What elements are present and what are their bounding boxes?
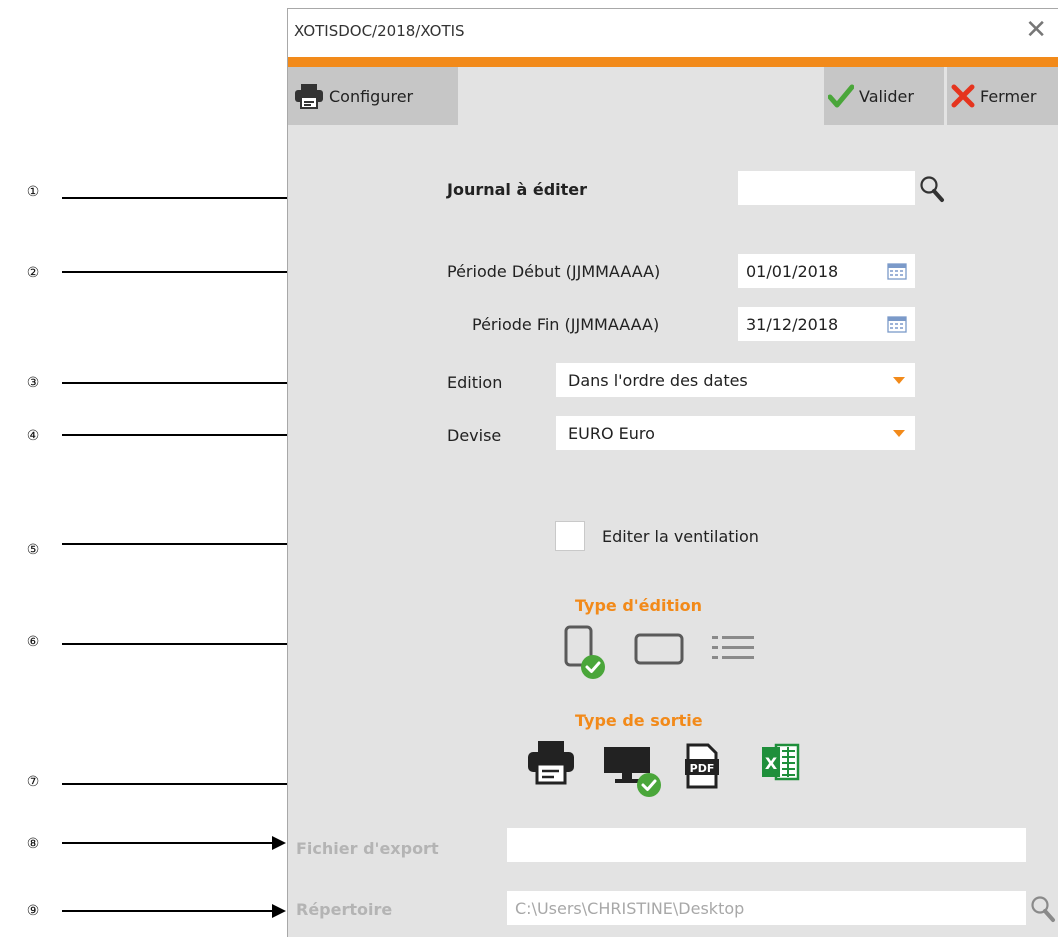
annotation-arrow-8 xyxy=(62,836,286,850)
annotation-8: ⑧ xyxy=(26,836,40,852)
output-type-title: Type de sortie xyxy=(575,711,703,730)
screen-icon[interactable] xyxy=(602,743,664,799)
red-cross-icon xyxy=(951,84,975,108)
calendar-icon[interactable] xyxy=(887,262,907,280)
ventilation-checkbox[interactable] xyxy=(555,521,585,551)
list-icon[interactable] xyxy=(708,633,758,663)
edition-select[interactable]: Dans l'ordre des dates xyxy=(556,363,915,397)
configure-label: Configurer xyxy=(329,86,414,106)
folder-label: Répertoire xyxy=(296,900,393,919)
window-title: XOTISDOC/2018/XOTIS xyxy=(294,22,465,40)
currency-label: Devise xyxy=(447,426,502,445)
printer-icon xyxy=(295,84,323,109)
period-end-input[interactable]: 31/12/2018 xyxy=(738,307,915,341)
window-close-icon[interactable]: ✕ xyxy=(1025,17,1047,43)
search-icon[interactable] xyxy=(919,175,945,203)
chevron-down-icon xyxy=(893,377,905,384)
period-start-value: 01/01/2018 xyxy=(746,261,839,281)
search-icon[interactable] xyxy=(1030,895,1056,923)
printer-icon[interactable] xyxy=(526,737,576,787)
pdf-icon[interactable]: PDF xyxy=(684,743,720,789)
period-end-value: 31/12/2018 xyxy=(746,314,839,334)
configure-button[interactable]: Configurer xyxy=(288,67,458,125)
validate-button[interactable]: Valider xyxy=(824,67,944,125)
edition-value: Dans l'ordre des dates xyxy=(568,370,748,390)
portrait-page-icon[interactable] xyxy=(560,623,610,681)
ventilation-label: Editer la ventilation xyxy=(602,527,759,546)
dialog-window: XOTISDOC/2018/XOTIS ✕ Configurer Valider xyxy=(287,8,1058,937)
validate-label: Valider xyxy=(859,86,914,106)
folder-input[interactable]: C:\Users\CHRISTINE\Desktop xyxy=(507,891,1026,925)
annotation-arrow-9 xyxy=(62,904,286,918)
checkmark-icon xyxy=(828,84,854,108)
journal-input[interactable] xyxy=(738,171,915,205)
period-start-input[interactable]: 01/01/2018 xyxy=(738,254,915,288)
svg-text:PDF: PDF xyxy=(690,762,715,775)
period-end-label: Période Fin (JJMMAAAA) xyxy=(472,315,660,334)
excel-icon[interactable]: X xyxy=(760,741,804,783)
close-button[interactable]: Fermer xyxy=(947,67,1058,125)
period-start-label: Période Début (JJMMAAAA) xyxy=(447,262,661,281)
currency-select[interactable]: EURO Euro xyxy=(556,416,915,450)
annotation-6: ⑥ xyxy=(26,634,40,650)
calendar-icon[interactable] xyxy=(887,315,907,333)
landscape-page-icon[interactable] xyxy=(633,629,687,667)
journal-label: Journal à éditer xyxy=(447,180,588,199)
export-file-input[interactable] xyxy=(507,828,1026,862)
annotation-2: ② xyxy=(26,265,40,281)
annotation-1: ① xyxy=(26,184,40,200)
close-label: Fermer xyxy=(980,86,1037,106)
edition-type-title: Type d'édition xyxy=(575,596,702,615)
edition-label: Edition xyxy=(447,373,503,392)
annotation-9: ⑨ xyxy=(26,903,40,919)
export-file-label: Fichier d'export xyxy=(296,839,439,858)
title-bar: XOTISDOC/2018/XOTIS ✕ xyxy=(288,9,1058,57)
currency-value: EURO Euro xyxy=(568,423,655,443)
chevron-down-icon xyxy=(893,430,905,437)
annotation-7: ⑦ xyxy=(26,774,40,790)
annotation-3: ③ xyxy=(26,375,40,391)
accent-bar xyxy=(288,57,1058,67)
toolbar: Configurer Valider Fermer xyxy=(288,67,1058,125)
svg-text:X: X xyxy=(765,754,778,773)
annotation-4: ④ xyxy=(26,428,40,444)
annotation-5: ⑤ xyxy=(26,542,40,558)
